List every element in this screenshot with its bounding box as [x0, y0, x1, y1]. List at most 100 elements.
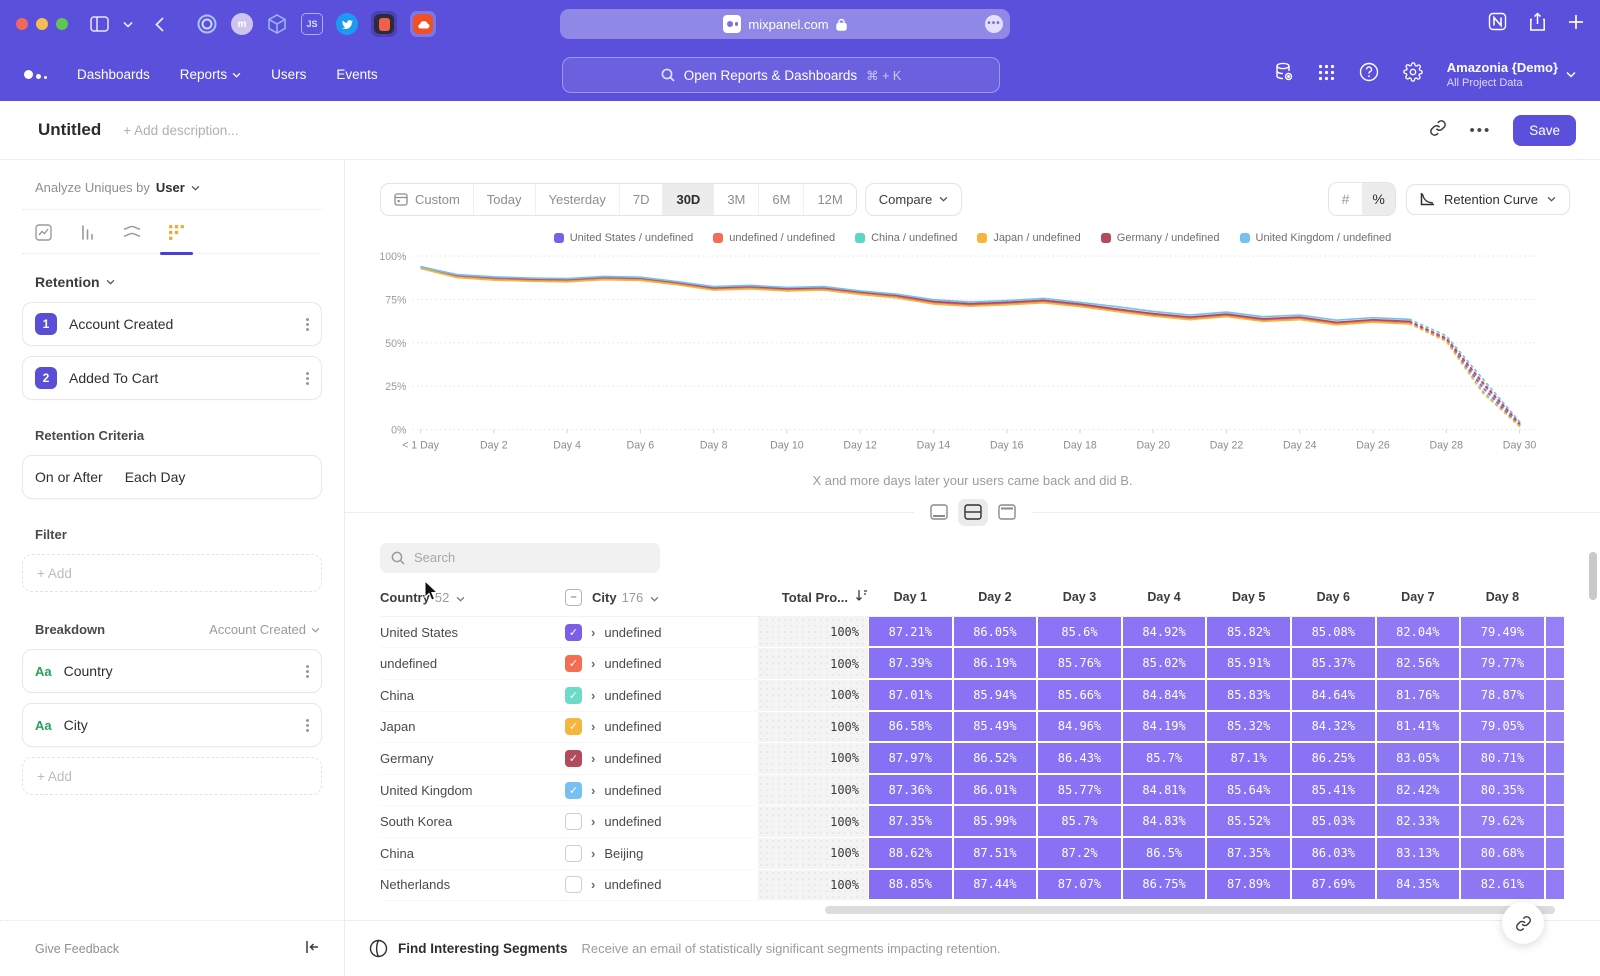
expand-row-icon[interactable]: ›	[591, 814, 595, 829]
retention-value-cell[interactable]: 82.56%	[1376, 648, 1461, 680]
range-button-6m[interactable]: 6M	[759, 184, 804, 215]
table-row-city[interactable]: ✓› undefined	[565, 743, 758, 775]
day-column-header[interactable]: Day 5	[1206, 579, 1291, 617]
retention-value-cell[interactable]: 80.71%	[1460, 743, 1545, 775]
share-icon[interactable]	[1529, 12, 1546, 37]
retention-value-cell[interactable]: 87.97%	[868, 743, 953, 775]
back-button-icon[interactable]	[155, 17, 164, 32]
retention-value-cell[interactable]: 86.01%	[953, 775, 1038, 807]
retention-value-cell[interactable]: 82.42%	[1376, 775, 1461, 807]
expand-row-icon[interactable]: ›	[591, 625, 595, 640]
tab-retention-icon[interactable]	[168, 224, 185, 253]
add-breakdown-button[interactable]: + Add	[22, 757, 322, 795]
day-column-header[interactable]: Day 6	[1291, 579, 1376, 617]
toggle-count-button[interactable]: #	[1329, 183, 1362, 215]
tab-funnels-icon[interactable]	[79, 224, 96, 253]
row-checkbox-checked[interactable]: ✓	[565, 655, 582, 672]
data-management-icon[interactable]	[1274, 62, 1294, 87]
table-row-country[interactable]: undefined	[380, 648, 565, 680]
expand-row-icon[interactable]: ›	[591, 751, 595, 766]
row-checkbox-unchecked[interactable]	[565, 813, 582, 830]
day-column-header[interactable]: Day 8	[1460, 579, 1545, 617]
kebab-menu-icon[interactable]	[306, 719, 309, 732]
copy-link-icon[interactable]	[1429, 119, 1447, 142]
retention-value-cell[interactable]: 82.61%	[1460, 870, 1545, 902]
breakdown-card[interactable]: Aa City	[22, 703, 322, 747]
add-filter-button[interactable]: + Add	[22, 554, 322, 592]
analyze-value[interactable]: User	[156, 180, 185, 195]
extension-cloud-icon[interactable]	[410, 11, 436, 37]
retention-value-cell[interactable]: 87.36%	[868, 775, 953, 807]
retention-value-cell[interactable]: 86.05%	[953, 617, 1038, 649]
table-row-country[interactable]: Netherlands	[380, 870, 565, 902]
retention-value-cell[interactable]: 84.84%	[1122, 680, 1207, 712]
retention-step-card[interactable]: 1 Account Created	[22, 302, 322, 346]
total-column-header[interactable]: Total Pro...	[758, 579, 868, 617]
extension-red-icon[interactable]	[371, 11, 397, 37]
retention-value-cell[interactable]: 85.6%	[1037, 617, 1122, 649]
page-settings-icon[interactable]: •••	[985, 15, 1003, 33]
range-button-7d[interactable]: 7D	[620, 184, 664, 215]
retention-value-cell[interactable]: 86.5%	[1122, 838, 1207, 870]
retention-value-cell[interactable]: 80.68%	[1460, 838, 1545, 870]
zoom-window-button[interactable]	[56, 18, 68, 30]
retention-value-cell[interactable]: 79.49%	[1460, 617, 1545, 649]
retention-value-cell[interactable]: 84.81%	[1122, 775, 1207, 807]
retention-value-cell[interactable]: 83.13%	[1376, 838, 1461, 870]
day-column-header[interactable]: Day 3	[1037, 579, 1122, 617]
range-button-12m[interactable]: 12M	[804, 184, 855, 215]
retention-value-cell[interactable]: 85.91%	[1206, 648, 1291, 680]
retention-value-cell[interactable]: 85.94%	[953, 680, 1038, 712]
retention-value-cell[interactable]: 80.35%	[1460, 775, 1545, 807]
retention-value-cell[interactable]: 85.52%	[1206, 806, 1291, 838]
row-checkbox-checked[interactable]: ✓	[565, 687, 582, 704]
expand-row-icon[interactable]: ›	[591, 877, 595, 892]
row-checkbox-unchecked[interactable]	[565, 876, 582, 893]
table-row-country[interactable]: United Kingdom	[380, 775, 565, 807]
step-event-label[interactable]: Added To Cart	[69, 370, 158, 386]
horizontal-scrollbar[interactable]	[825, 906, 1555, 914]
retention-value-cell[interactable]: 81.76%	[1376, 680, 1461, 712]
retention-value-cell[interactable]: 84.83%	[1122, 806, 1207, 838]
retention-value-cell[interactable]: 86.58%	[868, 712, 953, 744]
retention-value-cell[interactable]: 82.33%	[1376, 806, 1461, 838]
retention-value-cell[interactable]: 86.52%	[953, 743, 1038, 775]
row-checkbox-checked[interactable]: ✓	[565, 750, 582, 767]
table-row-city[interactable]: › undefined	[565, 870, 758, 902]
report-title[interactable]: Untitled	[38, 120, 101, 140]
legend-item[interactable]: United States / undefined	[554, 232, 694, 244]
retention-value-cell[interactable]: 85.64%	[1206, 775, 1291, 807]
expand-row-icon[interactable]: ›	[591, 846, 595, 861]
extension-bird-icon[interactable]	[336, 13, 358, 35]
retention-value-cell[interactable]: 84.32%	[1291, 712, 1376, 744]
step-event-label[interactable]: Account Created	[69, 316, 173, 332]
retention-step-card[interactable]: 2 Added To Cart	[22, 356, 322, 400]
breakdown-event-selector[interactable]: Account Created	[209, 622, 322, 637]
retention-value-cell[interactable]: 87.35%	[868, 806, 953, 838]
day-column-header[interactable]: Day 1	[868, 579, 953, 617]
retention-value-cell[interactable]: 87.1%	[1206, 743, 1291, 775]
notion-icon[interactable]	[1488, 12, 1507, 36]
retention-value-cell[interactable]: 85.66%	[1037, 680, 1122, 712]
breakdown-property-label[interactable]: City	[64, 717, 88, 733]
legend-item[interactable]: Germany / undefined	[1101, 232, 1220, 244]
retention-value-cell[interactable]: 87.07%	[1037, 870, 1122, 902]
day-column-header[interactable]: Day 2	[953, 579, 1038, 617]
retention-value-cell[interactable]: 86.75%	[1122, 870, 1207, 902]
layout-chart-only-button[interactable]	[924, 499, 954, 526]
retention-value-cell[interactable]: 87.2%	[1037, 838, 1122, 870]
criteria-operator[interactable]: On or After	[35, 469, 103, 485]
retention-value-cell[interactable]: 83.05%	[1376, 743, 1461, 775]
day-column-header[interactable]: Day 4	[1122, 579, 1207, 617]
tab-insights-icon[interactable]	[35, 224, 52, 253]
extension-js-icon[interactable]: JS	[301, 13, 323, 35]
city-column-header[interactable]: – City176	[565, 579, 758, 617]
retention-value-cell[interactable]: 85.83%	[1206, 680, 1291, 712]
retention-value-cell[interactable]: 86.03%	[1291, 838, 1376, 870]
range-button-today[interactable]: Today	[474, 184, 536, 215]
expand-row-icon[interactable]: ›	[591, 783, 595, 798]
retention-section-header[interactable]: Retention	[22, 254, 322, 302]
retention-value-cell[interactable]: 85.7%	[1037, 806, 1122, 838]
retention-value-cell[interactable]: 88.62%	[868, 838, 953, 870]
more-actions-button[interactable]: •••	[1469, 122, 1491, 139]
